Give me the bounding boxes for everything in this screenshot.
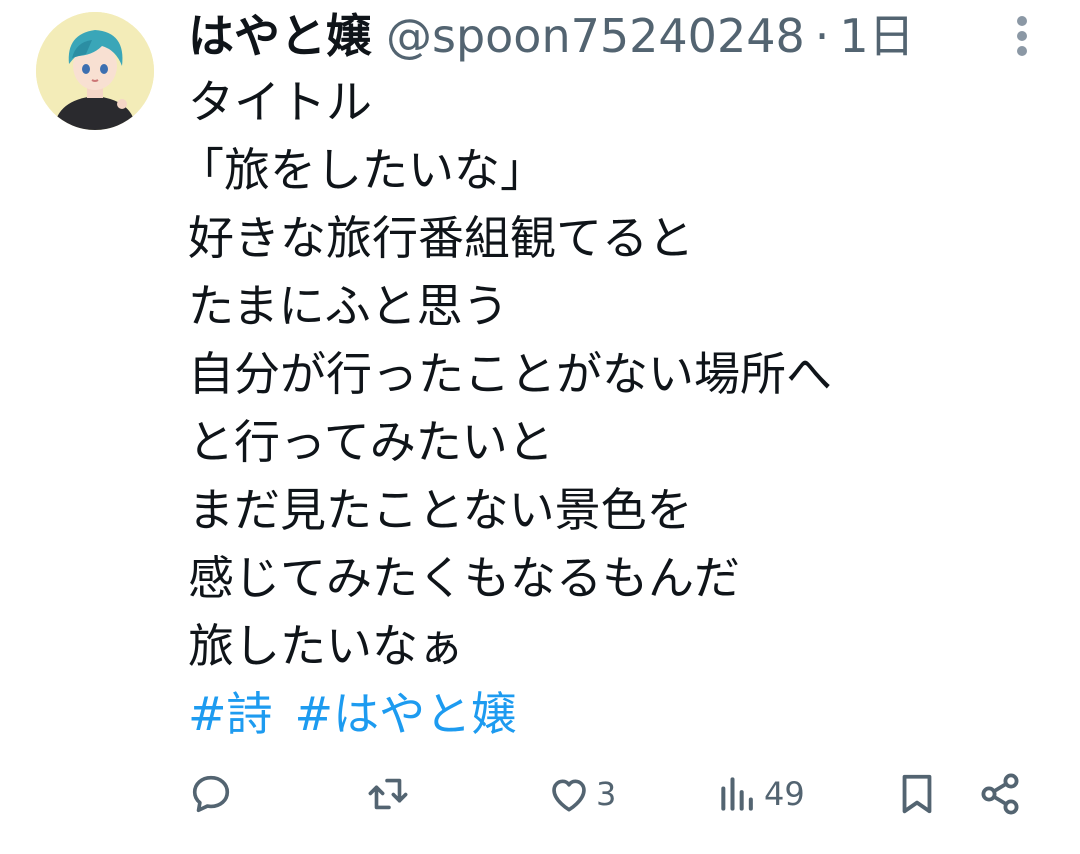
- more-options-icon[interactable]: [1002, 14, 1042, 58]
- like-count: 3: [596, 775, 617, 813]
- tweet-line: たまにふと思う: [188, 279, 509, 333]
- tweet-line: と行ってみたいと: [188, 415, 554, 469]
- share-button[interactable]: [976, 766, 1024, 822]
- tweet-line: 「旅をしたいな」: [178, 143, 546, 197]
- avatar[interactable]: [36, 12, 154, 130]
- hashtag-list: #詩 #はやと嬢: [188, 680, 1048, 748]
- views-button[interactable]: 49: [716, 766, 805, 822]
- timestamp[interactable]: 1日: [839, 6, 914, 66]
- avatar-illustration: [36, 12, 154, 130]
- user-handle[interactable]: @spoon75240248: [386, 6, 805, 66]
- heart-icon: [552, 779, 586, 812]
- tweet-line: 感じてみたくもなるもんだ: [188, 551, 740, 605]
- hashtag-link[interactable]: #はやと嬢: [295, 687, 518, 741]
- retweet-button[interactable]: [364, 766, 412, 822]
- hashtag-link[interactable]: #詩: [188, 687, 273, 741]
- tweet-line: タイトル: [188, 75, 372, 129]
- tweet-line: 旅したいなぁ: [188, 619, 464, 673]
- display-name[interactable]: はやと嬢: [188, 6, 372, 66]
- bookmark-button[interactable]: [894, 766, 940, 822]
- more-dot: [1017, 16, 1027, 26]
- tweet-line: 好きな旅行番組観てると: [188, 211, 694, 265]
- more-dot: [1017, 46, 1027, 56]
- bookmark-icon: [902, 774, 932, 814]
- tweet-header: はやと嬢 @spoon75240248 · 1日: [188, 6, 915, 66]
- tweet-line: 自分が行ったことがない場所へ: [188, 347, 832, 401]
- reply-icon: [192, 775, 230, 813]
- tweet-line: まだ見たことない景色を: [188, 483, 693, 537]
- views-icon: [721, 777, 753, 811]
- more-dot: [1017, 31, 1027, 41]
- views-count: 49: [764, 775, 805, 813]
- separator-dot: ·: [814, 9, 830, 63]
- action-bar: 3 49: [0, 766, 1080, 822]
- retweet-icon: [368, 778, 408, 810]
- tweet-text: タイトル 「旅をしたいな」 好きな旅行番組観てると たまにふと思う 自分が行った…: [178, 68, 1048, 748]
- share-icon: [981, 773, 1019, 815]
- like-button[interactable]: 3: [546, 766, 616, 822]
- reply-button[interactable]: [188, 766, 234, 822]
